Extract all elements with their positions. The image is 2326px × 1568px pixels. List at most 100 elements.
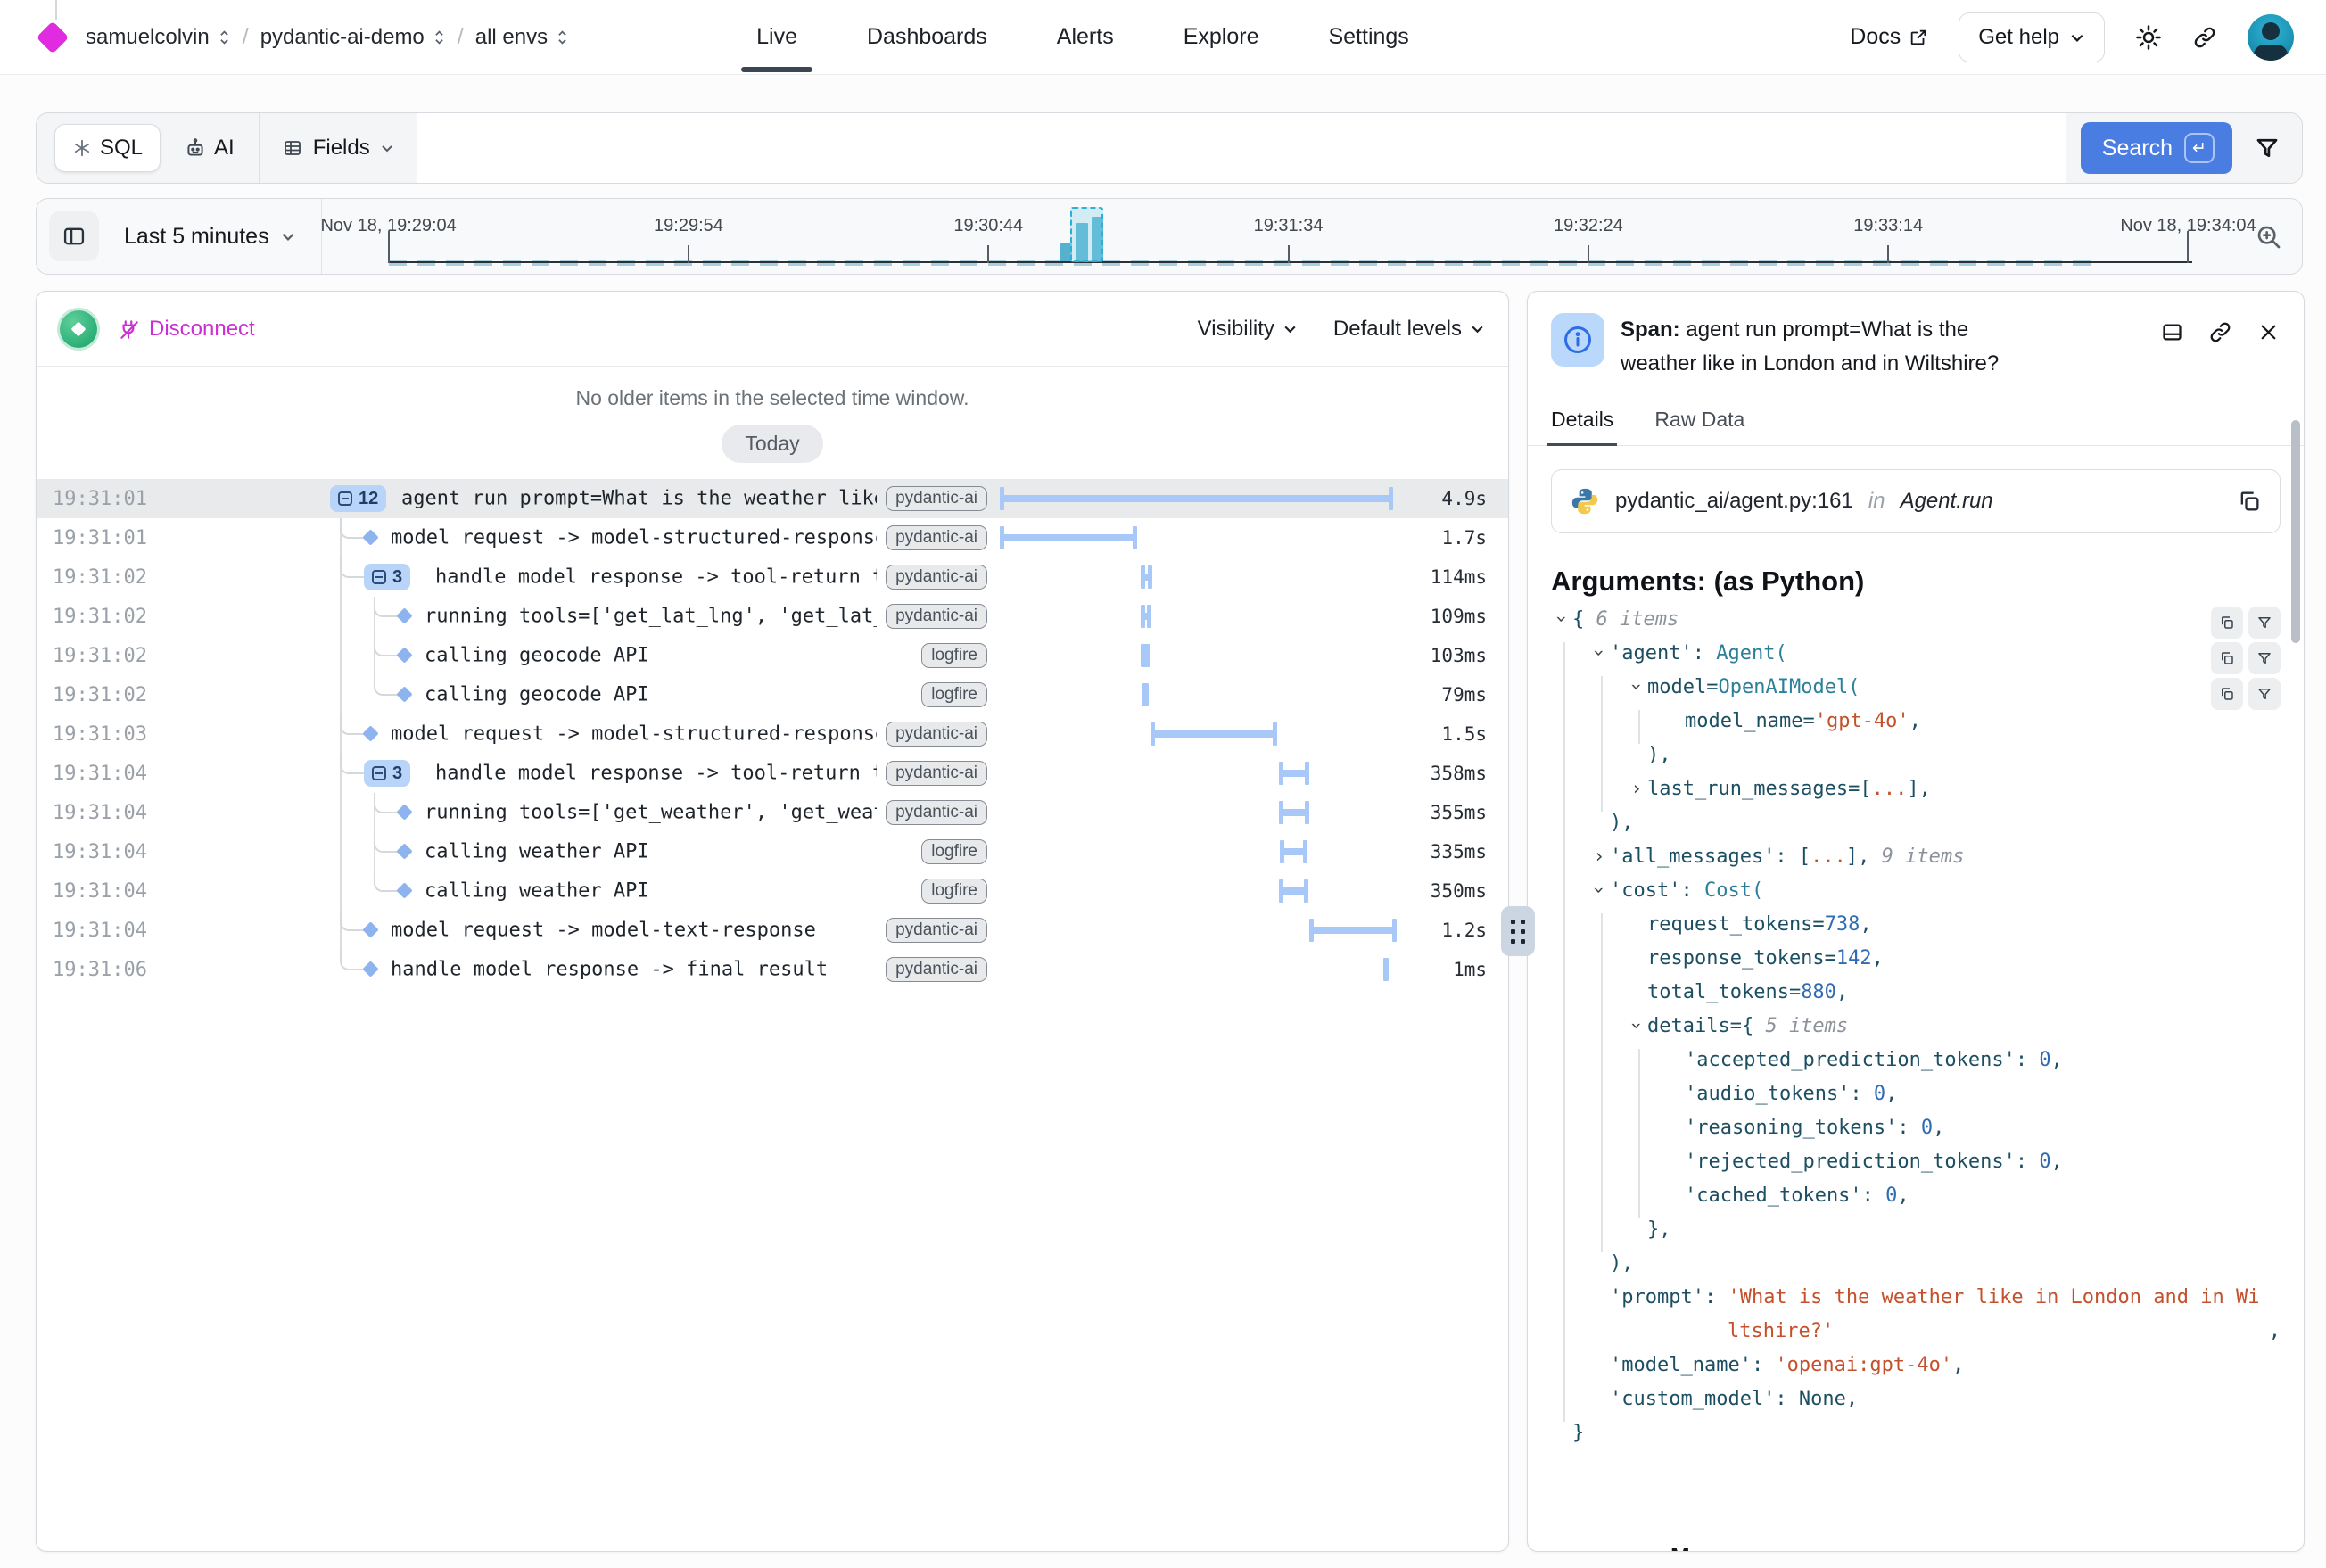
trace-row[interactable]: 19:31:02calling geocode APIlogfire103ms bbox=[37, 636, 1508, 675]
collapse-chevron[interactable]: › bbox=[1588, 644, 1610, 662]
source-file-link[interactable]: pydantic_ai/agent.py:161 bbox=[1615, 489, 1853, 514]
scope-tag[interactable]: pydantic-ai bbox=[886, 918, 987, 943]
ai-mode-button[interactable]: AI bbox=[184, 136, 235, 161]
code-guide-line bbox=[1601, 1083, 1603, 1117]
copy-link-button[interactable] bbox=[2208, 320, 2232, 381]
sidebar-toggle-button[interactable] bbox=[49, 211, 99, 261]
trace-row[interactable]: 19:31:03model request -> model-structure… bbox=[37, 714, 1508, 754]
dock-panel-button[interactable] bbox=[2160, 320, 2184, 381]
sql-mode-button[interactable]: SQL bbox=[54, 124, 161, 172]
panel-bottom-icon bbox=[2160, 320, 2184, 344]
trace-panel-header: Disconnect Visibility Default levels bbox=[37, 292, 1508, 367]
trace-row-tree: model request -> model-structured-respon… bbox=[193, 518, 880, 557]
query-bar: SQL AI Fields Search ↵ bbox=[36, 112, 2303, 184]
timeline-zoom-button[interactable] bbox=[2254, 222, 2282, 251]
breadcrumb-org[interactable]: samuelcolvin bbox=[86, 25, 231, 50]
scope-tag[interactable]: pydantic-ai bbox=[886, 800, 987, 825]
collapse-chevron[interactable]: › bbox=[1626, 1017, 1647, 1035]
expand-chevron[interactable]: › bbox=[1628, 778, 1646, 799]
search-input[interactable] bbox=[417, 113, 2066, 183]
tab-raw-data[interactable]: Raw Data bbox=[1654, 408, 1744, 445]
filter-by-value-button[interactable] bbox=[2248, 607, 2281, 639]
scope-tag[interactable]: pydantic-ai bbox=[886, 565, 987, 590]
trace-row-name: agent run prompt=What is the weather lik… bbox=[401, 488, 877, 510]
trace-row[interactable]: 19:31:04model request -> model-text-resp… bbox=[37, 911, 1508, 950]
expand-chevron[interactable]: › bbox=[1590, 846, 1608, 867]
fields-dropdown[interactable]: Fields bbox=[259, 113, 417, 183]
copy-value-button[interactable] bbox=[2211, 678, 2243, 710]
visibility-dropdown[interactable]: Visibility bbox=[1198, 317, 1298, 342]
share-link-button[interactable] bbox=[2192, 25, 2217, 50]
scope-tag[interactable]: logfire bbox=[921, 643, 987, 668]
trace-panel-controls: Visibility Default levels bbox=[1198, 317, 1485, 342]
logfire-logo-icon[interactable] bbox=[37, 21, 70, 54]
scope-tag[interactable]: pydantic-ai bbox=[886, 761, 987, 786]
tab-dashboards[interactable]: Dashboards bbox=[867, 24, 987, 50]
timeline-selection[interactable] bbox=[1070, 207, 1103, 262]
panel-resize-handle[interactable] bbox=[1501, 906, 1535, 956]
code-token: , bbox=[1860, 913, 1871, 936]
filter-by-value-button[interactable] bbox=[2248, 642, 2281, 674]
trace-row[interactable]: 19:31:02calling geocode APIlogfire79ms bbox=[37, 675, 1508, 714]
trace-row-duration: 4.9s bbox=[1393, 479, 1508, 518]
trace-row[interactable]: 19:31:0112agent run prompt=What is the w… bbox=[37, 479, 1508, 518]
close-panel-button[interactable] bbox=[2256, 320, 2281, 381]
breadcrumb-project[interactable]: pydantic-ai-demo bbox=[260, 25, 446, 50]
collapse-chevron[interactable]: › bbox=[1588, 881, 1610, 899]
collapse-badge[interactable]: 3 bbox=[364, 564, 410, 590]
get-help-button[interactable]: Get help bbox=[1959, 12, 2105, 62]
breadcrumb-env[interactable]: all envs bbox=[475, 25, 569, 50]
collapse-badge[interactable]: 12 bbox=[330, 485, 386, 512]
trace-row[interactable]: 19:31:02running tools=['get_lat_lng', 'g… bbox=[37, 597, 1508, 636]
trace-row[interactable]: 19:31:023handle model response -> tool-r… bbox=[37, 557, 1508, 597]
duration-bar bbox=[1142, 683, 1149, 706]
disconnect-button[interactable]: Disconnect bbox=[117, 317, 255, 342]
info-chip bbox=[1551, 313, 1604, 367]
filter-by-value-button[interactable] bbox=[2248, 678, 2281, 710]
collapse-badge[interactable]: 3 bbox=[364, 760, 410, 787]
today-chip[interactable]: Today bbox=[722, 425, 822, 463]
copy-value-button[interactable] bbox=[2211, 607, 2243, 639]
trace-row[interactable]: 19:31:06handle model response -> final r… bbox=[37, 950, 1508, 989]
tab-settings[interactable]: Settings bbox=[1328, 24, 1408, 50]
copy-value-button[interactable] bbox=[2211, 642, 2243, 674]
scope-tag[interactable]: logfire bbox=[921, 682, 987, 707]
copy-source-button[interactable] bbox=[2237, 489, 2262, 514]
trace-row[interactable]: 19:31:04calling weather APIlogfire350ms bbox=[37, 871, 1508, 911]
time-range-dropdown[interactable]: Last 5 minutes bbox=[124, 224, 296, 250]
tab-explore[interactable]: Explore bbox=[1184, 24, 1259, 50]
code-line: ›'agent': Agent( bbox=[1551, 642, 2281, 676]
scope-tag[interactable]: pydantic-ai bbox=[886, 722, 987, 747]
trace-row[interactable]: 19:31:01model request -> model-structure… bbox=[37, 518, 1508, 557]
duration-bar-mid bbox=[1282, 848, 1306, 855]
live-status-indicator[interactable] bbox=[60, 310, 97, 348]
timeline-axis-area[interactable]: Nov 18, 19:29:0419:29:5419:30:4419:31:34… bbox=[322, 199, 2234, 274]
scope-tag[interactable]: pydantic-ai bbox=[886, 486, 987, 511]
tab-alerts[interactable]: Alerts bbox=[1057, 24, 1114, 50]
scope-tag[interactable]: pydantic-ai bbox=[886, 957, 987, 982]
trailing-comma: , bbox=[2269, 1320, 2281, 1342]
breadcrumb-separator: / bbox=[458, 24, 464, 50]
trace-row[interactable]: 19:31:04running tools=['get_weather', 'g… bbox=[37, 793, 1508, 832]
trace-row-duration: 358ms bbox=[1393, 754, 1508, 793]
tab-live[interactable]: Live bbox=[756, 24, 797, 50]
span-detail-actions bbox=[2160, 313, 2281, 381]
detail-scrollbar-thumb[interactable] bbox=[2291, 420, 2300, 643]
tab-details[interactable]: Details bbox=[1551, 408, 1613, 445]
scope-tag[interactable]: logfire bbox=[921, 879, 987, 904]
user-avatar[interactable] bbox=[2248, 14, 2294, 61]
collapse-chevron[interactable]: › bbox=[1551, 610, 1572, 628]
trace-row[interactable]: 19:31:04calling weather APIlogfire335ms bbox=[37, 832, 1508, 871]
docs-link[interactable]: Docs bbox=[1850, 24, 1928, 50]
code-guide-line bbox=[1601, 1117, 1603, 1151]
scope-tag[interactable]: pydantic-ai bbox=[886, 525, 987, 550]
trace-row[interactable]: 19:31:043handle model response -> tool-r… bbox=[37, 754, 1508, 793]
collapse-chevron[interactable]: › bbox=[1626, 678, 1647, 696]
search-button[interactable]: Search ↵ bbox=[2081, 122, 2232, 174]
filter-button[interactable] bbox=[2254, 135, 2281, 161]
trace-row-duration: 114ms bbox=[1393, 557, 1508, 597]
theme-toggle-button[interactable] bbox=[2135, 24, 2162, 51]
scope-tag[interactable]: pydantic-ai bbox=[886, 604, 987, 629]
scope-tag[interactable]: logfire bbox=[921, 839, 987, 864]
default-levels-dropdown[interactable]: Default levels bbox=[1333, 317, 1485, 342]
